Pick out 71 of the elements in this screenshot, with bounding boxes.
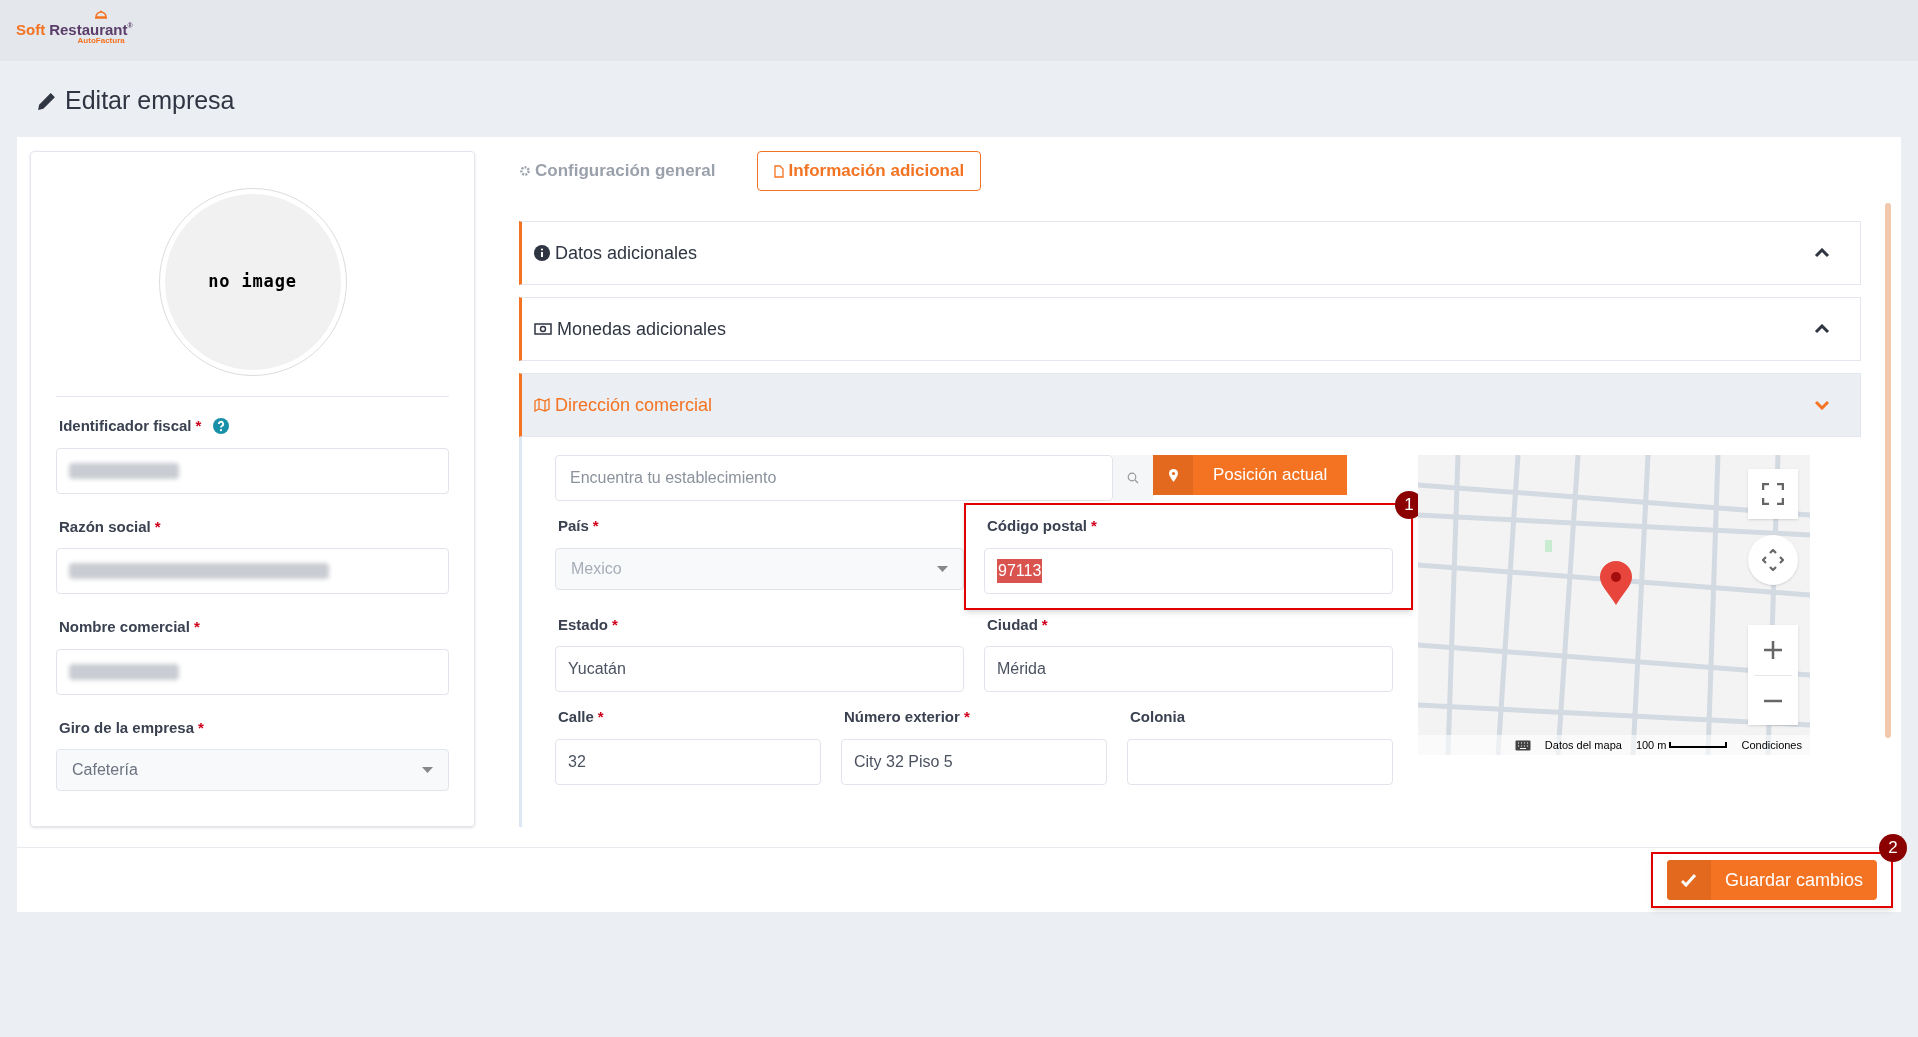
required-asterisk: *	[198, 717, 204, 738]
help-icon[interactable]	[213, 418, 230, 435]
field-label: Estado	[558, 614, 608, 635]
input-field[interactable]	[56, 548, 449, 594]
input-field[interactable]	[56, 648, 449, 695]
no-image-text: no image	[208, 270, 297, 294]
scale-label: 100 m	[1635, 737, 1667, 753]
input-field[interactable]	[1127, 738, 1393, 785]
check-icon	[1681, 873, 1697, 887]
field-label: País	[558, 516, 589, 536]
accordion-header[interactable]: Monedas adicionales	[519, 297, 1861, 361]
input-field[interactable]: Yucatán	[555, 646, 964, 692]
input-field[interactable]: Mérida	[984, 646, 1393, 692]
field-label: Calle	[558, 707, 594, 727]
brand-name: Restaurant	[49, 22, 128, 37]
page-title: Editar empresa	[65, 85, 235, 117]
scale-bar	[1669, 742, 1728, 748]
field-label: Ciudad	[987, 614, 1038, 635]
section-title: Dirección comercial	[555, 393, 713, 417]
required-asterisk: *	[1091, 516, 1097, 536]
required-asterisk: *	[592, 516, 599, 536]
location-pin-icon	[1168, 468, 1178, 482]
banknote-icon	[534, 323, 552, 335]
minus-icon	[1763, 698, 1783, 703]
annotation-badge: 2	[1879, 834, 1907, 862]
chevron-up-icon	[1814, 248, 1830, 258]
accordion-header[interactable]: Datos adicionales	[519, 221, 1861, 285]
required-asterisk: *	[1041, 614, 1048, 635]
dropdown-caret-icon	[422, 767, 433, 773]
keyboard-icon[interactable]	[1514, 739, 1531, 751]
plus-icon	[1763, 640, 1783, 660]
logo-subtitle: AutoFactura	[77, 37, 125, 45]
field-label: Razón social	[59, 516, 151, 537]
input-field[interactable]: 97113	[984, 547, 1393, 594]
terms-link[interactable]: Condiciones	[1741, 736, 1802, 754]
scrollbar[interactable]	[1885, 203, 1891, 738]
dropdown-caret-icon	[937, 565, 948, 572]
field-label: Número exterior	[844, 707, 960, 727]
search-icon	[1127, 472, 1139, 484]
fullscreen-icon	[1762, 483, 1784, 505]
document-icon	[774, 164, 785, 178]
required-asterisk: *	[597, 707, 604, 727]
required-asterisk: *	[612, 614, 618, 635]
fullscreen-button[interactable]	[1748, 469, 1798, 519]
input-field[interactable]: 32	[555, 738, 821, 785]
search-field[interactable]: Encuentra tu establecimiento	[555, 455, 1113, 501]
cloche-icon	[94, 10, 108, 19]
field-label: Colonia	[1130, 707, 1185, 727]
field-label: Identificador fiscal	[59, 416, 192, 436]
pencil-icon	[36, 90, 57, 112]
chevron-down-icon	[1814, 400, 1830, 410]
input-field[interactable]	[56, 447, 449, 494]
required-asterisk: *	[963, 707, 970, 727]
gear-icon	[519, 165, 531, 177]
input-field[interactable]: City 32 Piso 5	[841, 738, 1107, 785]
move-arrows-icon	[1762, 549, 1784, 571]
field-label: Código postal	[987, 516, 1087, 536]
info-icon	[534, 245, 550, 261]
map-icon	[534, 398, 550, 412]
field-label: Giro de la empresa	[59, 717, 195, 738]
chevron-up-icon	[1814, 324, 1830, 334]
search-button[interactable]	[1113, 455, 1153, 501]
section-title: Monedas adicionales	[557, 317, 727, 341]
map-data-link[interactable]: Datos del mapa	[1544, 736, 1622, 754]
select-field[interactable]: Cafetería	[56, 749, 449, 791]
field-label: Nombre comercial	[59, 617, 190, 637]
section-title: Datos adicionales	[555, 241, 698, 265]
required-asterisk: *	[195, 416, 202, 436]
required-asterisk: *	[193, 617, 200, 637]
required-asterisk: *	[154, 516, 161, 537]
brand-name: Soft	[16, 22, 46, 37]
